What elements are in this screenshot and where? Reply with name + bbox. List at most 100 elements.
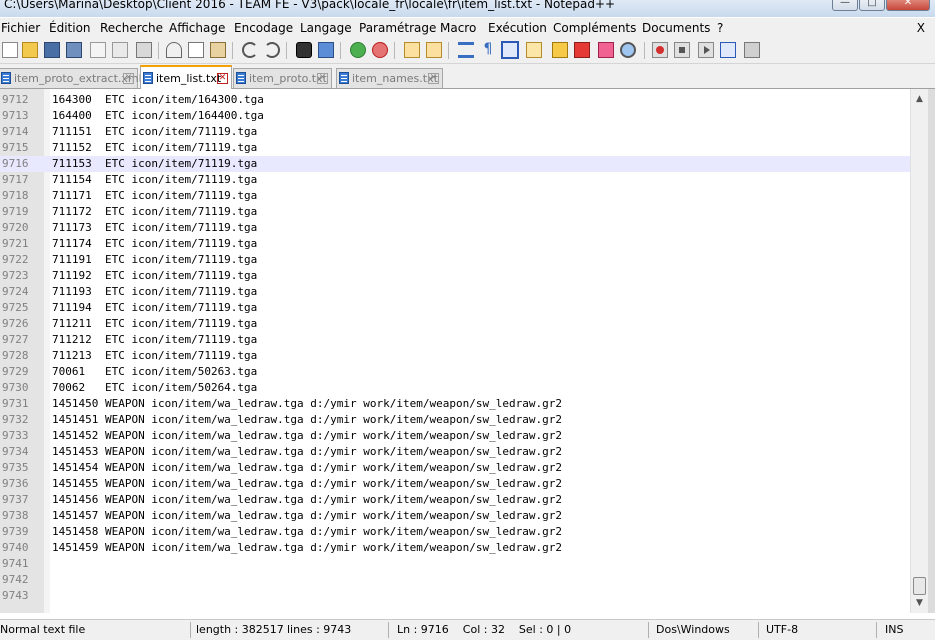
close-icon[interactable] xyxy=(90,42,106,58)
status-encoding[interactable]: UTF-8 xyxy=(766,623,798,636)
editor-line[interactable]: 9727 711212 ETC icon/item/71119.tga xyxy=(0,332,910,348)
editor-line[interactable]: 9734 1451453 WEAPON icon/item/wa_ledraw.t… xyxy=(0,444,910,460)
editor-line[interactable]: 9742 xyxy=(0,572,910,588)
stop-record-icon[interactable] xyxy=(674,42,690,58)
indent-guide-icon[interactable] xyxy=(501,41,519,59)
line-text[interactable]: 711174 ETC icon/item/71119.tga xyxy=(52,236,257,252)
editor-line[interactable]: 9716 711153 ETC icon/item/71119.tga xyxy=(0,156,910,172)
line-text[interactable]: 164300 ETC icon/item/164300.tga xyxy=(52,92,264,108)
find-icon[interactable] xyxy=(296,42,312,58)
line-text[interactable]: 711193 ETC icon/item/71119.tga xyxy=(52,284,257,300)
menu-execution[interactable]: Exécution xyxy=(488,21,547,35)
save-all-icon[interactable] xyxy=(66,42,82,58)
editor-line[interactable]: 9740 1451459 WEAPON icon/item/wa_ledraw.t… xyxy=(0,540,910,556)
function-list-icon[interactable] xyxy=(552,42,568,58)
tab-item-proto-extract[interactable]: item_proto_extract.xml ✕ xyxy=(0,68,142,88)
editor-line[interactable]: 9722 711191 ETC icon/item/71119.tga xyxy=(0,252,910,268)
tab-item-list[interactable]: item_list.txt ✕ xyxy=(140,65,232,89)
editor-line[interactable]: 9715 711152 ETC icon/item/71119.tga xyxy=(0,140,910,156)
copy-icon[interactable] xyxy=(188,42,204,58)
menu-affichage[interactable]: Affichage xyxy=(169,21,225,35)
close-icon[interactable]: ✕ xyxy=(428,73,439,84)
line-text[interactable]: 1451453 WEAPON icon/item/wa_ledraw.tga d… xyxy=(52,444,562,460)
editor-line[interactable]: 9728 711213 ETC icon/item/71119.tga xyxy=(0,348,910,364)
menu-help[interactable]: ? xyxy=(717,21,723,35)
line-text[interactable]: 1451450 WEAPON icon/item/wa_ledraw.tga d… xyxy=(52,396,562,412)
play-macro-icon[interactable] xyxy=(698,42,714,58)
line-text[interactable]: 70061 ETC icon/item/50263.tga xyxy=(52,364,257,380)
editor-line[interactable]: 9721 711174 ETC icon/item/71119.tga xyxy=(0,236,910,252)
close-document-button[interactable]: X xyxy=(917,21,925,35)
editor-line[interactable]: 9738 1451457 WEAPON icon/item/wa_ledraw.t… xyxy=(0,508,910,524)
editor-line[interactable]: 9712 164300 ETC icon/item/164300.tga xyxy=(0,92,910,108)
menu-complements[interactable]: Compléments xyxy=(553,21,636,35)
line-text[interactable]: 1451456 WEAPON icon/item/wa_ledraw.tga d… xyxy=(52,492,562,508)
editor-line[interactable]: 9717 711154 ETC icon/item/71119.tga xyxy=(0,172,910,188)
editor-line[interactable]: 9739 1451458 WEAPON icon/item/wa_ledraw.t… xyxy=(0,524,910,540)
menu-edition[interactable]: Édition xyxy=(49,21,91,35)
editor-line[interactable]: 9737 1451456 WEAPON icon/item/wa_ledraw.t… xyxy=(0,492,910,508)
line-text[interactable]: 711173 ETC icon/item/71119.tga xyxy=(52,220,257,236)
line-text[interactable]: 1451457 WEAPON icon/item/wa_ledraw.tga d… xyxy=(52,508,562,524)
save-macro-icon[interactable] xyxy=(744,42,760,58)
line-text[interactable]: 1451459 WEAPON icon/item/wa_ledraw.tga d… xyxy=(52,540,562,556)
editor-line[interactable]: 9724 711193 ETC icon/item/71119.tga xyxy=(0,284,910,300)
line-text[interactable]: 1451455 WEAPON icon/item/wa_ledraw.tga d… xyxy=(52,476,562,492)
editor-line[interactable]: 9736 1451455 WEAPON icon/item/wa_ledraw.t… xyxy=(0,476,910,492)
editor-line[interactable]: 9732 1451451 WEAPON icon/item/wa_ledraw.t… xyxy=(0,412,910,428)
folder-workspace-icon[interactable] xyxy=(574,42,590,58)
cut-icon[interactable] xyxy=(166,42,182,58)
line-text[interactable]: 711172 ETC icon/item/71119.tga xyxy=(52,204,257,220)
sync-vertical-icon[interactable] xyxy=(404,42,420,58)
editor-line[interactable]: 9713 164400 ETC icon/item/164400.tga xyxy=(0,108,910,124)
editor-line[interactable]: 9719 711172 ETC icon/item/71119.tga xyxy=(0,204,910,220)
text-editor[interactable]: 9712 164300 ETC icon/item/164300.tga 9713 1… xyxy=(0,89,935,613)
maximize-button[interactable]: □ xyxy=(859,0,885,11)
scroll-down-arrow-icon[interactable]: ▼ xyxy=(911,595,928,612)
line-text[interactable]: 711191 ETC icon/item/71119.tga xyxy=(52,252,257,268)
menu-fichier[interactable]: Fichier xyxy=(1,21,40,35)
line-text[interactable]: 711154 ETC icon/item/71119.tga xyxy=(52,172,257,188)
editor-line[interactable]: 9726 711211 ETC icon/item/71119.tga xyxy=(0,316,910,332)
show-all-chars-icon[interactable]: ¶ xyxy=(480,42,496,58)
menu-encodage[interactable]: Encodage xyxy=(234,21,293,35)
menu-macro[interactable]: Macro xyxy=(440,21,476,35)
menu-recherche[interactable]: Recherche xyxy=(100,21,163,35)
editor-line[interactable]: 9743 xyxy=(0,588,910,604)
menu-parametrage[interactable]: Paramétrage xyxy=(359,21,436,35)
line-text[interactable]: 1451451 WEAPON icon/item/wa_ledraw.tga d… xyxy=(52,412,562,428)
close-all-icon[interactable] xyxy=(112,42,128,58)
line-text[interactable]: 70062 ETC icon/item/50264.tga xyxy=(52,380,257,396)
doc-map-icon[interactable] xyxy=(526,42,542,58)
editor-line[interactable]: 9725 711194 ETC icon/item/71119.tga xyxy=(0,300,910,316)
editor-line[interactable]: 9733 1451452 WEAPON icon/item/wa_ledraw.t… xyxy=(0,428,910,444)
editor-line[interactable]: 9729 70061 ETC icon/item/50263.tga xyxy=(0,364,910,380)
line-text[interactable]: 711152 ETC icon/item/71119.tga xyxy=(52,140,257,156)
line-text[interactable]: 711153 ETC icon/item/71119.tga xyxy=(52,156,257,172)
menu-langage[interactable]: Langage xyxy=(300,21,352,35)
scroll-up-arrow-icon[interactable]: ▲ xyxy=(911,91,928,108)
line-text[interactable]: 1451452 WEAPON icon/item/wa_ledraw.tga d… xyxy=(52,428,562,444)
word-wrap-icon[interactable] xyxy=(458,42,474,58)
monitoring-icon[interactable] xyxy=(598,42,614,58)
editor-line[interactable]: 9714 711151 ETC icon/item/71119.tga xyxy=(0,124,910,140)
line-text[interactable]: 711194 ETC icon/item/71119.tga xyxy=(52,300,257,316)
paste-icon[interactable] xyxy=(210,42,226,58)
line-text[interactable]: 164400 ETC icon/item/164400.tga xyxy=(52,108,264,124)
close-icon[interactable]: ✕ xyxy=(317,73,328,84)
editor-line[interactable]: 9731 1451450 WEAPON icon/item/wa_ledraw.t… xyxy=(0,396,910,412)
minimize-button[interactable]: — xyxy=(832,0,858,11)
eye-icon[interactable] xyxy=(620,42,636,58)
record-macro-icon[interactable] xyxy=(652,42,668,58)
print-icon[interactable] xyxy=(136,42,152,58)
scrollbar-thumb[interactable] xyxy=(913,577,926,595)
status-insert-mode[interactable]: INS xyxy=(885,623,903,636)
tab-item-proto[interactable]: item_proto.txt ✕ xyxy=(233,68,332,88)
close-icon[interactable]: ✕ xyxy=(123,73,134,84)
editor-line[interactable]: 9741 xyxy=(0,556,910,572)
redo-icon[interactable] xyxy=(264,42,280,58)
line-text[interactable]: 711212 ETC icon/item/71119.tga xyxy=(52,332,257,348)
editor-line[interactable]: 9730 70062 ETC icon/item/50264.tga xyxy=(0,380,910,396)
status-eol[interactable]: Dos\Windows xyxy=(656,623,730,636)
new-file-icon[interactable] xyxy=(2,42,18,58)
